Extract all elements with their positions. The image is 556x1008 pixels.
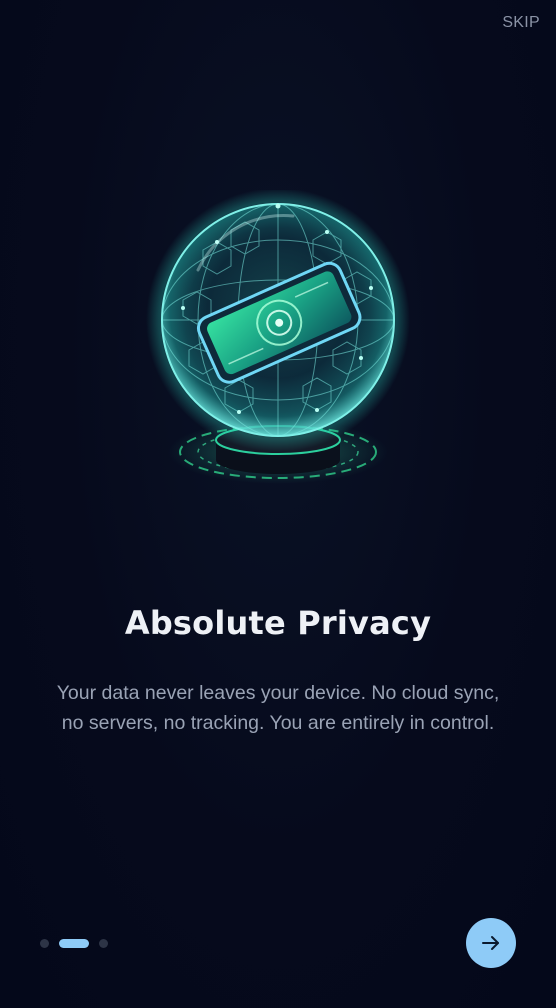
pagination-dot-2-active[interactable] — [59, 938, 89, 948]
privacy-sphere-illustration — [143, 190, 413, 500]
pagination-dot-3[interactable] — [99, 938, 108, 948]
pagination-dots — [40, 938, 108, 948]
arrow-right-icon — [482, 936, 499, 950]
onboarding-description: Your data never leaves your device. No c… — [56, 682, 500, 734]
next-button[interactable] — [466, 918, 516, 968]
skip-button[interactable]: SKIP — [502, 12, 540, 34]
onboarding-screen: SKIP Absolute Privacy Your data never le… — [0, 0, 556, 1008]
pagination-dot-1[interactable] — [40, 938, 49, 948]
onboarding-title: Absolute Privacy — [124, 604, 432, 642]
